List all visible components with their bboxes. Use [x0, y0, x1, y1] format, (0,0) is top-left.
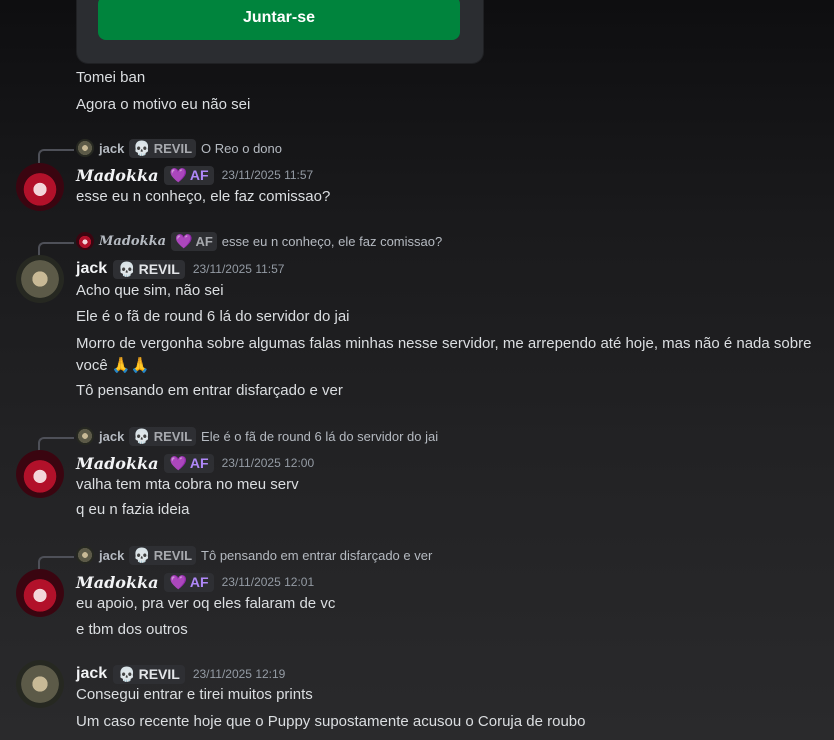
reply-text: Ele é o fã de round 6 lá do servidor do …: [201, 428, 439, 444]
avatar[interactable]: [16, 255, 64, 303]
message-line: Tô pensando em entrar disfarçado e ver: [76, 382, 343, 399]
guild-tag-label: REVIL: [138, 261, 180, 277]
avatar[interactable]: [16, 660, 64, 708]
username[interactable]: Madokka: [76, 166, 158, 185]
skull-icon: 💀: [133, 546, 151, 563]
username[interactable]: Madokka: [76, 454, 158, 473]
reply-author[interactable]: jack: [99, 548, 124, 563]
reply-author[interactable]: Madokka: [99, 234, 166, 249]
reply-preview[interactable]: jack 💀 REVIL Ele é o fã de round 6 lá do …: [76, 426, 438, 446]
reply-text: esse eu n conheço, ele faz comissao?: [221, 233, 443, 249]
message-line: q eu n fazia ideia: [76, 501, 190, 518]
guild-tag[interactable]: 💜 AF: [171, 231, 217, 251]
purple-heart-icon: 💜: [169, 166, 187, 183]
avatar: [76, 139, 94, 157]
skull-icon: 💀: [118, 665, 136, 682]
purple-heart-icon: 💜: [169, 454, 187, 471]
guild-tag-label: REVIL: [153, 140, 193, 156]
message-line: eu apoio, pra ver oq eles falaram de vc: [76, 595, 336, 612]
message-header: Madokka 💜 AF 23/11/2025 12:00: [76, 452, 314, 474]
reply-connector: [38, 149, 74, 163]
avatar[interactable]: [16, 569, 64, 617]
skull-icon: 💀: [118, 260, 136, 277]
timestamp: 23/11/2025 12:19: [192, 667, 286, 681]
message-line: Agora o motivo eu não sei: [76, 96, 251, 113]
avatar: [76, 546, 94, 564]
message-line: esse eu n conheço, ele faz comissao?: [76, 188, 331, 205]
reply-author[interactable]: jack: [99, 141, 124, 156]
guild-tag[interactable]: 💀 REVIL: [129, 426, 197, 446]
guild-tag[interactable]: 💀 REVIL: [113, 259, 185, 279]
join-server-button[interactable]: Juntar-se: [98, 0, 460, 40]
message-line: e tbm dos outros: [76, 621, 188, 638]
message-line: Morro de vergonha sobre algumas falas mi…: [76, 335, 812, 374]
guild-tag-label: REVIL: [153, 547, 193, 563]
message-line: Ele é o fã de round 6 lá do servidor do …: [76, 308, 350, 325]
reply-preview[interactable]: jack 💀 REVIL Tô pensando em entrar disfar…: [76, 545, 432, 565]
guild-tag[interactable]: 💀 REVIL: [113, 664, 185, 684]
message-line: valha tem mta cobra no meu serv: [76, 476, 299, 493]
avatar[interactable]: [16, 450, 64, 498]
guild-tag-label: AF: [189, 574, 209, 590]
message-header: jack 💀 REVIL 23/11/2025 11:57: [76, 258, 284, 280]
avatar: [76, 427, 94, 445]
timestamp: 23/11/2025 11:57: [221, 168, 314, 182]
message-line: Um caso recente hoje que o Puppy suposta…: [76, 713, 586, 730]
timestamp: 23/11/2025 11:57: [192, 262, 285, 276]
reply-text: Tô pensando em entrar disfarçado e ver: [201, 547, 433, 563]
guild-tag[interactable]: 💀 REVIL: [129, 138, 197, 158]
message-line: Consegui entrar e tirei muitos prints: [76, 686, 313, 703]
message-header: jack 💀 REVIL 23/11/2025 12:19: [76, 663, 285, 685]
username[interactable]: jack: [76, 665, 107, 683]
message-header: Madokka 💜 AF 23/11/2025 11:57: [76, 164, 313, 186]
timestamp: 23/11/2025 12:01: [221, 575, 315, 589]
skull-icon: 💀: [133, 427, 151, 444]
username[interactable]: jack: [76, 260, 107, 278]
message-header: Madokka 💜 AF 23/11/2025 12:01: [76, 571, 314, 593]
guild-tag-label: AF: [189, 167, 209, 183]
avatar: [76, 232, 94, 250]
guild-tag-label: AF: [189, 455, 209, 471]
guild-tag-label: REVIL: [138, 666, 180, 682]
avatar[interactable]: [16, 163, 64, 211]
reply-preview[interactable]: Madokka 💜 AF esse eu n conheço, ele faz c…: [76, 231, 442, 251]
reply-preview[interactable]: jack 💀 REVIL O Reo o dono: [76, 138, 282, 158]
guild-tag-label: REVIL: [153, 428, 193, 444]
guild-tag[interactable]: 💀 REVIL: [129, 545, 197, 565]
skull-icon: 💀: [133, 139, 151, 156]
reply-connector: [38, 437, 74, 451]
reply-text: O Reo o dono: [201, 140, 282, 156]
purple-heart-icon: 💜: [175, 232, 193, 249]
username[interactable]: Madokka: [76, 573, 158, 592]
message-line: Acho que sim, não sei: [76, 282, 224, 299]
guild-tag-label: AF: [195, 233, 213, 249]
timestamp: 23/11/2025 12:00: [221, 456, 315, 470]
guild-tag[interactable]: 💜 AF: [164, 572, 214, 592]
guild-tag[interactable]: 💜 AF: [164, 165, 214, 185]
message-line: Tomei ban: [76, 69, 146, 86]
reply-author[interactable]: jack: [99, 429, 124, 444]
guild-tag[interactable]: 💜 AF: [164, 453, 214, 473]
reply-connector: [38, 556, 74, 570]
reply-connector: [38, 242, 74, 256]
purple-heart-icon: 💜: [169, 573, 187, 590]
